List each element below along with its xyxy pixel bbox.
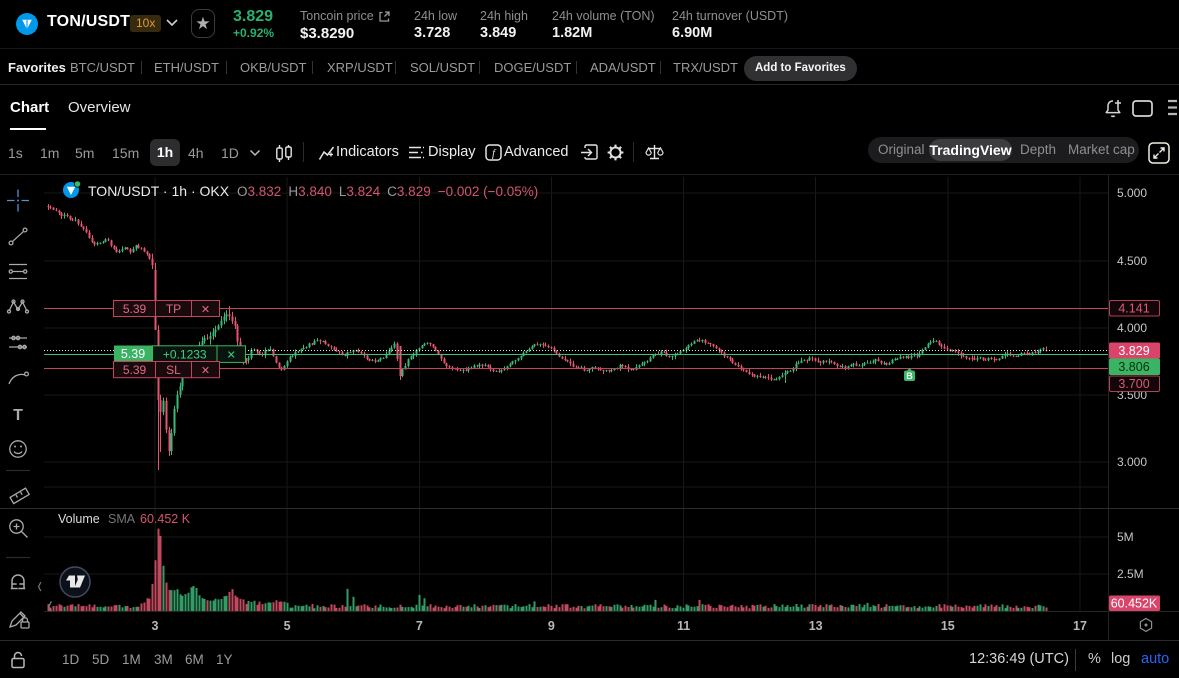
svg-text:13: 13 xyxy=(809,619,823,633)
svg-text:❬: ❬ xyxy=(36,581,44,592)
svg-text:✕: ✕ xyxy=(201,304,210,316)
svg-text:5: 5 xyxy=(284,619,291,633)
svg-text:T: T xyxy=(13,407,23,424)
svg-text:15: 15 xyxy=(941,619,955,633)
svg-text:3: 3 xyxy=(152,619,159,633)
svg-text:f: f xyxy=(492,148,497,160)
svg-text:B: B xyxy=(906,371,913,381)
svg-text:5.39: 5.39 xyxy=(121,347,145,361)
svg-text:Volume: Volume xyxy=(58,512,100,526)
svg-text:3.829: 3.829 xyxy=(1118,344,1149,358)
svg-text:4.141: 4.141 xyxy=(1118,302,1149,316)
svg-text:7: 7 xyxy=(416,619,423,633)
svg-text:5M: 5M xyxy=(1117,530,1134,544)
svg-text:SMA: SMA xyxy=(108,512,136,526)
svg-text:O3.832H3.840L3.824C3.829−0.002: O3.832H3.840L3.824C3.829−0.002 (−0.05%) xyxy=(237,184,538,199)
svg-text:TP: TP xyxy=(166,302,181,316)
svg-text:SL: SL xyxy=(166,363,181,377)
svg-text:4.500: 4.500 xyxy=(1117,254,1147,268)
svg-text:+0.1233: +0.1233 xyxy=(163,347,207,361)
svg-text:17: 17 xyxy=(1073,619,1087,633)
svg-text:3.806: 3.806 xyxy=(1118,360,1149,374)
svg-text:5.39: 5.39 xyxy=(123,363,147,377)
svg-text:✕: ✕ xyxy=(201,365,210,377)
svg-text:5.000: 5.000 xyxy=(1117,186,1147,200)
svg-text:60.452K: 60.452K xyxy=(1111,597,1158,611)
svg-text:60.452 K: 60.452 K xyxy=(140,512,191,526)
svg-text:TON/USDT · 1h · OKX: TON/USDT · 1h · OKX xyxy=(88,183,230,199)
svg-text:4.000: 4.000 xyxy=(1117,321,1147,335)
svg-text:11: 11 xyxy=(677,619,690,633)
svg-text:5.39: 5.39 xyxy=(123,302,147,316)
svg-text:✕: ✕ xyxy=(227,349,236,361)
svg-text:❬: ❬ xyxy=(46,601,54,612)
svg-text:9: 9 xyxy=(548,619,555,633)
svg-text:2.5M: 2.5M xyxy=(1117,567,1144,581)
svg-text:3.700: 3.700 xyxy=(1118,377,1149,391)
svg-text:3.000: 3.000 xyxy=(1117,455,1147,469)
